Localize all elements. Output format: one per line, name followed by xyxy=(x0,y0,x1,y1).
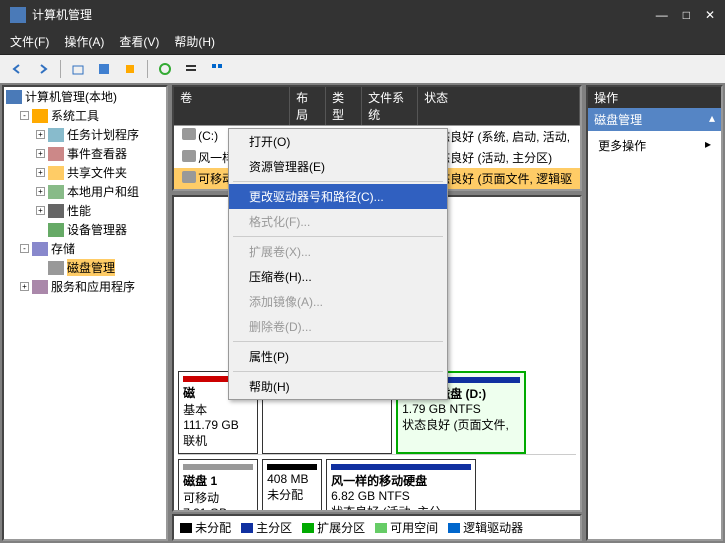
tree-services[interactable]: +服务和应用程序 xyxy=(4,277,166,296)
list-header: 卷 布局 类型 文件系统 状态 xyxy=(174,87,580,126)
view-button[interactable] xyxy=(93,59,115,79)
ctx-properties[interactable]: 属性(P) xyxy=(229,344,447,369)
partition-unallocated[interactable]: 408 MB 未分配 xyxy=(262,459,322,512)
actions-subheader[interactable]: 磁盘管理▴ xyxy=(588,108,721,131)
ctx-shrink[interactable]: 压缩卷(H)... xyxy=(229,264,447,289)
tree-panel: 计算机管理(本地) -系统工具 +任务计划程序 +事件查看器 +共享文件夹 +本… xyxy=(2,85,168,541)
minimize-button[interactable]: ― xyxy=(656,8,668,22)
tree-storage[interactable]: -存储 xyxy=(4,239,166,258)
app-icon xyxy=(10,7,26,23)
more-actions[interactable]: 更多操作▸ xyxy=(588,131,721,160)
titlebar: 计算机管理 ― □ ✕ xyxy=(0,0,725,29)
tree-task-scheduler[interactable]: +任务计划程序 xyxy=(4,125,166,144)
ctx-change-drive-letter[interactable]: 更改驱动器号和路径(C)... xyxy=(229,184,447,209)
ctx-format[interactable]: 格式化(F)... xyxy=(229,209,447,234)
tree-performance[interactable]: +性能 xyxy=(4,201,166,220)
tree-root[interactable]: 计算机管理(本地) xyxy=(4,87,166,106)
maximize-button[interactable]: □ xyxy=(683,8,690,22)
ctx-mirror[interactable]: 添加镜像(A)... xyxy=(229,289,447,314)
ctx-help[interactable]: 帮助(H) xyxy=(229,374,447,399)
disk-row-1: 磁盘 1 可移动 7.21 GB 联机 408 MB 未分配 风一样的移动硬盘 … xyxy=(178,459,576,512)
col-layout[interactable]: 布局 xyxy=(290,87,326,125)
detail-button[interactable] xyxy=(206,59,228,79)
toolbar xyxy=(0,54,725,83)
menu-action[interactable]: 操作(A) xyxy=(64,33,104,50)
window-title: 计算机管理 xyxy=(32,6,92,23)
menu-view[interactable]: 查看(V) xyxy=(119,33,159,50)
menu-help[interactable]: 帮助(H) xyxy=(174,33,215,50)
ctx-explorer[interactable]: 资源管理器(E) xyxy=(229,154,447,179)
ctx-open[interactable]: 打开(O) xyxy=(229,129,447,154)
col-fs[interactable]: 文件系统 xyxy=(362,87,418,125)
context-menu: 打开(O) 资源管理器(E) 更改驱动器号和路径(C)... 格式化(F)...… xyxy=(228,128,448,400)
col-volume[interactable]: 卷 xyxy=(174,87,290,125)
ctx-delete[interactable]: 删除卷(D)... xyxy=(229,314,447,339)
partition[interactable]: 风一样的移动硬盘 6.82 GB NTFS 状态良好 (活动, 主分 xyxy=(326,459,476,512)
up-button[interactable] xyxy=(67,59,89,79)
actions-panel: 操作 磁盘管理▴ 更多操作▸ xyxy=(586,85,723,541)
col-status[interactable]: 状态 xyxy=(418,87,580,125)
refresh-button[interactable] xyxy=(154,59,176,79)
back-button[interactable] xyxy=(6,59,28,79)
list-button[interactable] xyxy=(180,59,202,79)
tree-system-tools[interactable]: -系统工具 xyxy=(4,106,166,125)
ctx-extend[interactable]: 扩展卷(X)... xyxy=(229,239,447,264)
legend: 未分配 主分区 扩展分区 可用空间 逻辑驱动器 xyxy=(172,514,582,541)
menubar: 文件(F) 操作(A) 查看(V) 帮助(H) xyxy=(0,29,725,54)
properties-button[interactable] xyxy=(119,59,141,79)
col-type[interactable]: 类型 xyxy=(326,87,362,125)
disk-label[interactable]: 磁盘 1 可移动 7.21 GB 联机 xyxy=(178,459,258,512)
forward-button[interactable] xyxy=(32,59,54,79)
tree-disk-management[interactable]: 磁盘管理 xyxy=(4,258,166,277)
tree-device-manager[interactable]: 设备管理器 xyxy=(4,220,166,239)
actions-header: 操作 xyxy=(588,87,721,108)
tree-event-viewer[interactable]: +事件查看器 xyxy=(4,144,166,163)
tree-local-users[interactable]: +本地用户和组 xyxy=(4,182,166,201)
close-button[interactable]: ✕ xyxy=(705,8,715,22)
chevron-right-icon: ▸ xyxy=(705,137,711,154)
collapse-icon: ▴ xyxy=(709,111,715,128)
tree-shared-folders[interactable]: +共享文件夹 xyxy=(4,163,166,182)
menu-file[interactable]: 文件(F) xyxy=(10,33,49,50)
